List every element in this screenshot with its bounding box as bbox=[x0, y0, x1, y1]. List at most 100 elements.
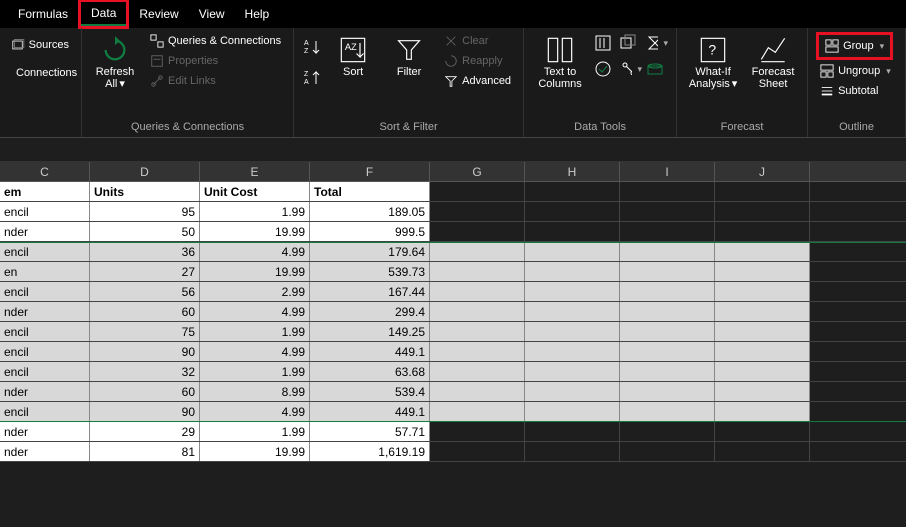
refresh-all-button[interactable]: Refresh All▾ bbox=[90, 32, 140, 90]
cell[interactable] bbox=[715, 362, 810, 381]
cell[interactable]: 999.5 bbox=[310, 222, 430, 241]
header-cell[interactable]: Units bbox=[90, 182, 200, 201]
filter-button[interactable]: Filter bbox=[384, 32, 434, 78]
cell[interactable] bbox=[525, 222, 620, 241]
cell[interactable] bbox=[525, 202, 620, 221]
col-header-f[interactable]: F bbox=[310, 162, 430, 181]
cell[interactable]: 299.4 bbox=[310, 302, 430, 321]
cell[interactable]: 56 bbox=[90, 282, 200, 301]
consolidate-button[interactable]: ▾ bbox=[646, 32, 668, 54]
cell[interactable]: 36 bbox=[90, 243, 200, 261]
cell[interactable]: en bbox=[0, 262, 90, 281]
cell[interactable] bbox=[525, 442, 620, 461]
col-header-g[interactable]: G bbox=[430, 162, 525, 181]
cell[interactable]: encil bbox=[0, 282, 90, 301]
cell[interactable] bbox=[430, 402, 525, 421]
cell[interactable]: 95 bbox=[90, 202, 200, 221]
data-validation-button[interactable] bbox=[594, 58, 616, 80]
sort-az-button[interactable]: AZ bbox=[302, 37, 322, 57]
cell[interactable]: 81 bbox=[90, 442, 200, 461]
cell[interactable]: nder bbox=[0, 382, 90, 401]
cell[interactable]: 63.68 bbox=[310, 362, 430, 381]
recent-sources-button[interactable]: Sources bbox=[8, 36, 73, 54]
menu-formulas[interactable]: Formulas bbox=[8, 3, 78, 25]
cell[interactable] bbox=[525, 282, 620, 301]
cell[interactable]: 4.99 bbox=[200, 302, 310, 321]
cell[interactable] bbox=[430, 322, 525, 341]
cell[interactable] bbox=[430, 222, 525, 241]
col-header-i[interactable]: I bbox=[620, 162, 715, 181]
cell[interactable]: 1.99 bbox=[200, 202, 310, 221]
cell[interactable]: 189.05 bbox=[310, 202, 430, 221]
cell[interactable] bbox=[620, 442, 715, 461]
flash-fill-button[interactable] bbox=[594, 32, 616, 54]
cell[interactable]: encil bbox=[0, 243, 90, 261]
cell[interactable] bbox=[525, 182, 620, 201]
cell[interactable]: 4.99 bbox=[200, 342, 310, 361]
cell[interactable]: nder bbox=[0, 442, 90, 461]
cell[interactable]: 167.44 bbox=[310, 282, 430, 301]
cell[interactable] bbox=[525, 402, 620, 421]
cell[interactable] bbox=[620, 362, 715, 381]
menu-help[interactable]: Help bbox=[235, 3, 280, 25]
relationships-button[interactable]: ▾ bbox=[620, 58, 642, 80]
cell[interactable]: 1.99 bbox=[200, 362, 310, 381]
cell[interactable]: encil bbox=[0, 402, 90, 421]
col-header-j[interactable]: J bbox=[715, 162, 810, 181]
cell[interactable] bbox=[525, 262, 620, 281]
cell[interactable]: nder bbox=[0, 302, 90, 321]
cell[interactable]: 1.99 bbox=[200, 322, 310, 341]
cell[interactable] bbox=[715, 382, 810, 401]
existing-connections-button[interactable]: Connections bbox=[8, 64, 73, 82]
cell[interactable] bbox=[525, 322, 620, 341]
cell[interactable] bbox=[620, 422, 715, 441]
cell[interactable]: 4.99 bbox=[200, 243, 310, 261]
cell[interactable] bbox=[620, 282, 715, 301]
cell[interactable]: 57.71 bbox=[310, 422, 430, 441]
cell[interactable] bbox=[620, 302, 715, 321]
cell[interactable] bbox=[620, 382, 715, 401]
cell[interactable] bbox=[715, 442, 810, 461]
header-cell[interactable]: Unit Cost bbox=[200, 182, 310, 201]
cell[interactable] bbox=[620, 342, 715, 361]
header-cell[interactable]: em bbox=[0, 182, 90, 201]
cell[interactable] bbox=[715, 322, 810, 341]
cell[interactable]: 60 bbox=[90, 302, 200, 321]
cell[interactable] bbox=[620, 402, 715, 421]
cell[interactable]: 60 bbox=[90, 382, 200, 401]
data-model-button[interactable] bbox=[646, 58, 668, 80]
cell[interactable]: 1,619.19 bbox=[310, 442, 430, 461]
cell[interactable] bbox=[620, 202, 715, 221]
cell[interactable] bbox=[620, 182, 715, 201]
cell[interactable] bbox=[620, 262, 715, 281]
cell[interactable]: 90 bbox=[90, 402, 200, 421]
formula-bar[interactable] bbox=[0, 138, 906, 162]
cell[interactable] bbox=[620, 243, 715, 261]
cell[interactable] bbox=[430, 243, 525, 261]
cell[interactable]: 27 bbox=[90, 262, 200, 281]
cell[interactable]: 8.99 bbox=[200, 382, 310, 401]
cell[interactable] bbox=[430, 262, 525, 281]
cell[interactable] bbox=[430, 282, 525, 301]
sort-za-button[interactable]: ZA bbox=[302, 68, 322, 88]
cell[interactable]: 449.1 bbox=[310, 342, 430, 361]
cell[interactable] bbox=[715, 302, 810, 321]
what-if-button[interactable]: ? What-If Analysis▾ bbox=[685, 32, 741, 90]
cell[interactable] bbox=[525, 362, 620, 381]
col-header-c[interactable]: C bbox=[0, 162, 90, 181]
cell[interactable]: 2.99 bbox=[200, 282, 310, 301]
cell[interactable] bbox=[430, 342, 525, 361]
col-header-h[interactable]: H bbox=[525, 162, 620, 181]
sort-button[interactable]: AZ Sort bbox=[328, 32, 378, 78]
cell[interactable]: 1.99 bbox=[200, 422, 310, 441]
text-to-columns-button[interactable]: Text to Columns bbox=[532, 32, 588, 90]
cell[interactable]: 539.4 bbox=[310, 382, 430, 401]
cell[interactable]: 179.64 bbox=[310, 243, 430, 261]
remove-duplicates-button[interactable] bbox=[620, 32, 642, 54]
cell[interactable]: 539.73 bbox=[310, 262, 430, 281]
spreadsheet-grid[interactable]: CDEFGHIJ emUnitsUnit CostTotalencil951.9… bbox=[0, 162, 906, 462]
cell[interactable]: 449.1 bbox=[310, 402, 430, 421]
cell[interactable]: encil bbox=[0, 202, 90, 221]
cell[interactable] bbox=[525, 243, 620, 261]
cell[interactable]: 19.99 bbox=[200, 222, 310, 241]
